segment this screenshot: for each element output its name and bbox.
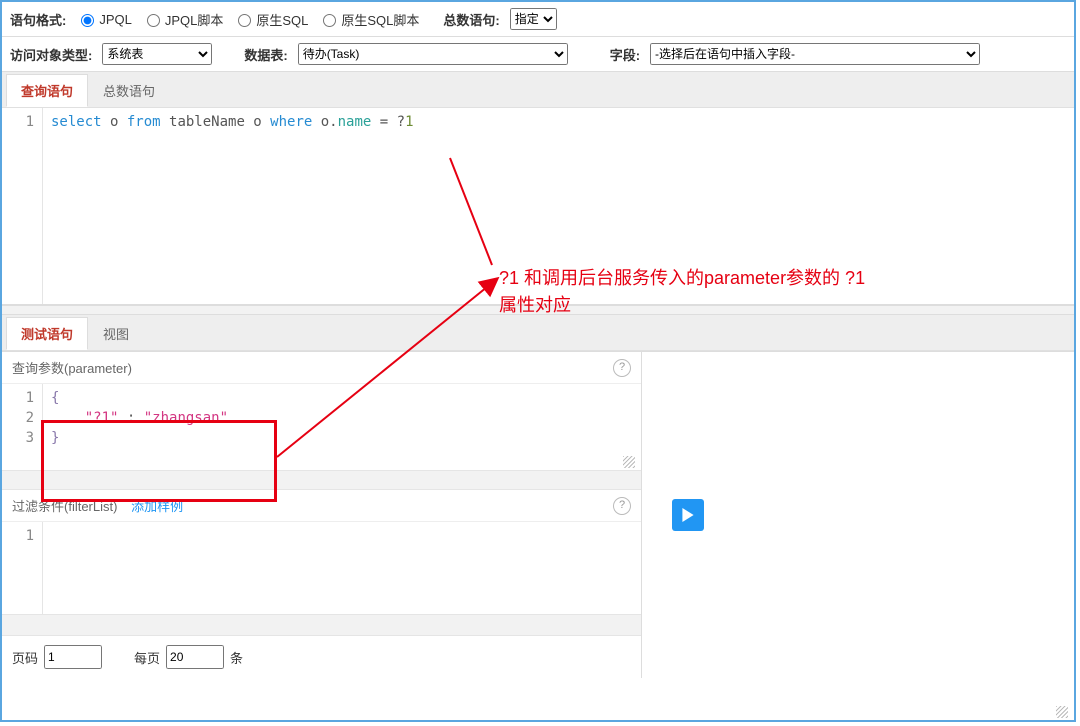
radio-native-sql[interactable]: 原生SQL (233, 10, 308, 29)
middle-separator (2, 305, 1074, 315)
sql-editor[interactable]: 1 select o from tableName o where o.name… (2, 108, 1074, 305)
mid-tabs: 测试语句 视图 (2, 315, 1074, 351)
perpage-input[interactable] (166, 645, 224, 669)
page-input[interactable] (44, 645, 102, 669)
section-separator (2, 470, 641, 490)
unit-label: 条 (230, 648, 243, 667)
param-gutter: 123 (2, 384, 43, 470)
field-label: 字段: (610, 45, 644, 64)
param-body[interactable]: { "?1" : "zhangsan"} (43, 384, 641, 470)
filter-editor[interactable]: 1 (2, 522, 641, 614)
right-column (642, 352, 1074, 678)
format-radio-group: JPQL JPQL脚本 原生SQL 原生SQL脚本 (76, 10, 419, 29)
tab-view[interactable]: 视图 (88, 317, 144, 350)
filter-section-title-wrap: 过滤条件(filterList) 添加样例 (12, 496, 183, 515)
radio-native-sql-script[interactable]: 原生SQL脚本 (318, 10, 419, 29)
object-type-select[interactable]: 系统表 (102, 43, 212, 65)
help-icon[interactable]: ? (613, 497, 631, 515)
top-tabs: 查询语句 总数语句 (2, 72, 1074, 108)
tab-test-statement[interactable]: 测试语句 (6, 317, 88, 350)
radio-jpql[interactable]: JPQL (76, 11, 132, 27)
data-table-select[interactable]: 待办(Task) (298, 43, 568, 65)
play-icon (681, 508, 695, 522)
param-editor[interactable]: 123 { "?1" : "zhangsan"} (2, 384, 641, 470)
filter-section-header: 过滤条件(filterList) 添加样例 ? (2, 490, 641, 522)
perpage-label: 每页 (134, 648, 160, 667)
param-section-header: 查询参数(parameter) ? (2, 352, 641, 384)
help-icon[interactable]: ? (613, 359, 631, 377)
lower-split: 查询参数(parameter) ? 123 { "?1" : "zhangsan… (2, 351, 1074, 678)
total-select[interactable]: 指定 (510, 8, 557, 30)
format-label: 语句格式: (10, 10, 70, 29)
filter-section-title: 过滤条件(filterList) (12, 499, 117, 514)
left-column: 查询参数(parameter) ? 123 { "?1" : "zhangsan… (2, 352, 642, 678)
pagination-row: 页码 每页 条 (2, 635, 641, 678)
data-table-label: 数据表: (244, 45, 291, 64)
total-label: 总数语句: (443, 10, 503, 29)
add-example-link[interactable]: 添加样例 (131, 499, 183, 514)
spacer (2, 614, 641, 635)
tab-query-statement[interactable]: 查询语句 (6, 74, 88, 107)
sql-gutter: 1 (2, 108, 43, 304)
run-button[interactable] (672, 499, 704, 531)
param-section-title: 查询参数(parameter) (12, 358, 132, 377)
tab-total-statement[interactable]: 总数语句 (88, 74, 170, 107)
radio-jpql-script[interactable]: JPQL脚本 (142, 10, 224, 29)
object-type-label: 访问对象类型: (10, 45, 96, 64)
format-row: 语句格式: JPQL JPQL脚本 原生SQL 原生SQL脚本 总数语句: 指定 (2, 2, 1074, 37)
sql-body[interactable]: select o from tableName o where o.name =… (43, 108, 1074, 304)
field-select[interactable]: -选择后在语句中插入字段- (650, 43, 980, 65)
filter-body[interactable] (43, 522, 641, 614)
object-row: 访问对象类型: 系统表 数据表: 待办(Task) 字段: -选择后在语句中插入… (2, 37, 1074, 72)
page-label: 页码 (12, 648, 38, 667)
resize-handle[interactable] (623, 456, 635, 468)
resize-handle[interactable] (1056, 706, 1068, 718)
filter-gutter: 1 (2, 522, 43, 614)
